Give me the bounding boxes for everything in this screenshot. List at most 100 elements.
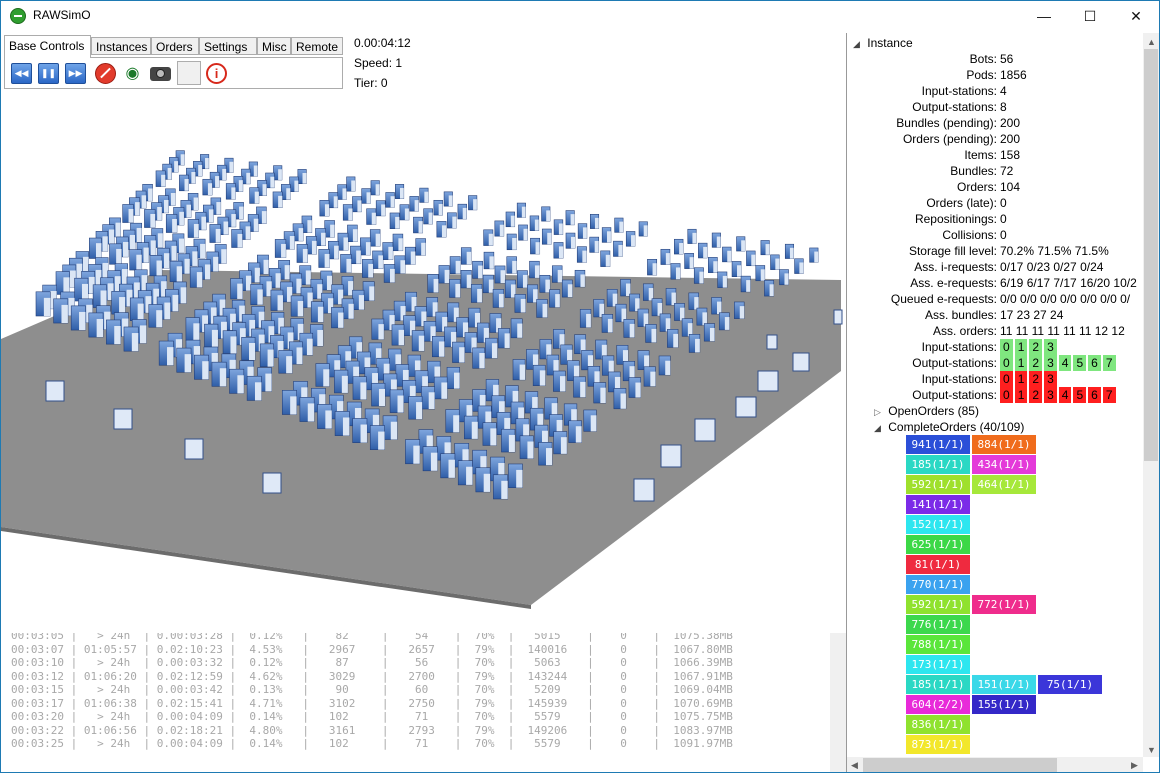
storage-pod [574,269,586,288]
warehouse-3d-view[interactable] [1,33,846,633]
property-key: Orders (late): [926,196,997,210]
close-button[interactable]: ✕ [1113,1,1159,32]
collapse-arrow-icon[interactable]: ◢ [874,423,881,433]
instance-tree[interactable]: ◢ Instance Bots: 56 Pods: 1856 Input-station… [847,33,1143,757]
storage-pod [512,359,526,381]
storage-pod [620,279,631,297]
scroll-up-icon[interactable]: ▲ [1147,37,1156,47]
expand-arrow-icon[interactable]: ▷ [874,407,881,417]
storage-pod [457,460,473,486]
station-cell: 2 [1029,339,1043,355]
order-badge[interactable]: 155(1/1) [972,695,1036,714]
storage-pod [573,376,586,398]
storage-pod [538,442,553,466]
order-badge[interactable]: 776(1/1) [906,615,970,634]
property-key: Bundles (pending): [896,116,997,130]
storage-pod [211,361,227,387]
tab-base-controls[interactable]: Base Controls [4,35,91,58]
property-value: 0/17 0/23 0/27 0/24 [1000,260,1104,274]
storage-pod [760,240,770,256]
storage-pod [280,184,291,200]
storage-pod [452,341,465,363]
open-orders-node[interactable]: ▷ OpenOrders (85) [874,403,979,419]
order-badge[interactable]: 434(1/1) [972,455,1036,474]
storage-pod [485,337,498,359]
storage-pod [625,231,636,247]
order-badge[interactable]: 625(1/1) [906,535,970,554]
storage-pod [278,350,293,374]
maximize-button[interactable]: ☐ [1067,1,1113,32]
storage-pod [449,256,461,274]
station-cell: 1 [1014,387,1028,403]
storage-pod [736,236,746,252]
storage-pod [169,260,183,282]
storage-pod [362,281,375,301]
order-badge[interactable]: 81(1/1) [906,555,970,574]
storage-pod [539,274,551,293]
order-badge[interactable]: 941(1/1) [906,435,970,454]
storage-pod [194,354,209,380]
storage-pod [541,228,552,245]
order-badge[interactable]: 604(2/2) [906,695,970,714]
storage-pod [346,176,356,192]
order-badge[interactable]: 152(1/1) [906,515,970,534]
order-badge[interactable]: 836(1/1) [906,715,970,734]
scroll-left-icon[interactable]: ◀ [851,760,858,771]
tree-vertical-thumb[interactable] [1144,49,1158,461]
storage-pod [568,420,582,443]
storage-pod [693,267,704,284]
storage-pod [389,212,400,229]
storage-pod [529,260,540,279]
storage-pod [129,297,145,321]
instance-header: Instance [867,36,913,50]
order-badge[interactable]: 788(1/1) [906,635,970,654]
storage-pod [176,347,192,373]
storage-pod [711,297,722,315]
storage-pod [472,347,486,369]
order-badge[interactable]: 141(1/1) [906,495,970,514]
storage-pod [613,388,627,410]
storage-pod [202,178,213,196]
station-cell: 1 [1014,355,1028,371]
complete-orders-node[interactable]: ◢ CompleteOrders (40/109) [874,419,1024,435]
order-badge[interactable]: 592(1/1) [906,475,970,494]
order-badge[interactable]: 884(1/1) [972,435,1036,454]
storage-pod [532,364,546,386]
station-row-label: Input-stations: [921,372,997,386]
statistics-log[interactable]: 00:03:05 | > 24h | 0.00:03:28 | 0.12% | … [1,633,846,772]
order-badge[interactable]: 151(1/1) [972,675,1036,694]
order-badge[interactable]: 873(1/1) [906,735,970,754]
storage-pod [460,270,472,289]
order-badge[interactable]: 173(1/1) [906,655,970,674]
tree-horizontal-thumb[interactable] [863,758,1057,772]
storage-pod [92,284,107,308]
station-row-label: Input-stations: [921,340,997,354]
storage-pod [433,199,443,216]
collapse-arrow-icon[interactable]: ◢ [853,39,860,49]
minimize-button[interactable]: — [1021,1,1067,32]
storage-pod [35,291,51,317]
order-badge[interactable]: 464(1/1) [972,475,1036,494]
storage-pod [273,165,283,181]
storage-pod [629,293,640,312]
storage-pod [493,474,509,500]
instance-node[interactable]: ◢ Instance [853,35,913,51]
storage-pod [443,191,453,207]
storage-pod [409,196,419,212]
storage-pod [340,254,352,273]
station-cell: 3 [1044,355,1057,371]
order-badge[interactable]: 592(1/1) [906,595,970,614]
order-badge[interactable]: 75(1/1) [1038,675,1102,694]
scroll-down-icon[interactable]: ▼ [1147,745,1156,755]
order-badge[interactable]: 772(1/1) [972,595,1036,614]
scroll-right-icon[interactable]: ▶ [1131,760,1138,771]
log-scrollbar[interactable] [830,633,846,772]
storage-pod [647,259,658,276]
order-badge[interactable]: 770(1/1) [906,575,970,594]
storage-pod [74,277,89,302]
order-badge[interactable]: 185(1/1) [906,455,970,474]
storage-pod [436,221,447,238]
storage-pod [331,307,344,329]
order-badge[interactable]: 185(1/1) [906,675,970,694]
property-value: 104 [1000,180,1021,194]
